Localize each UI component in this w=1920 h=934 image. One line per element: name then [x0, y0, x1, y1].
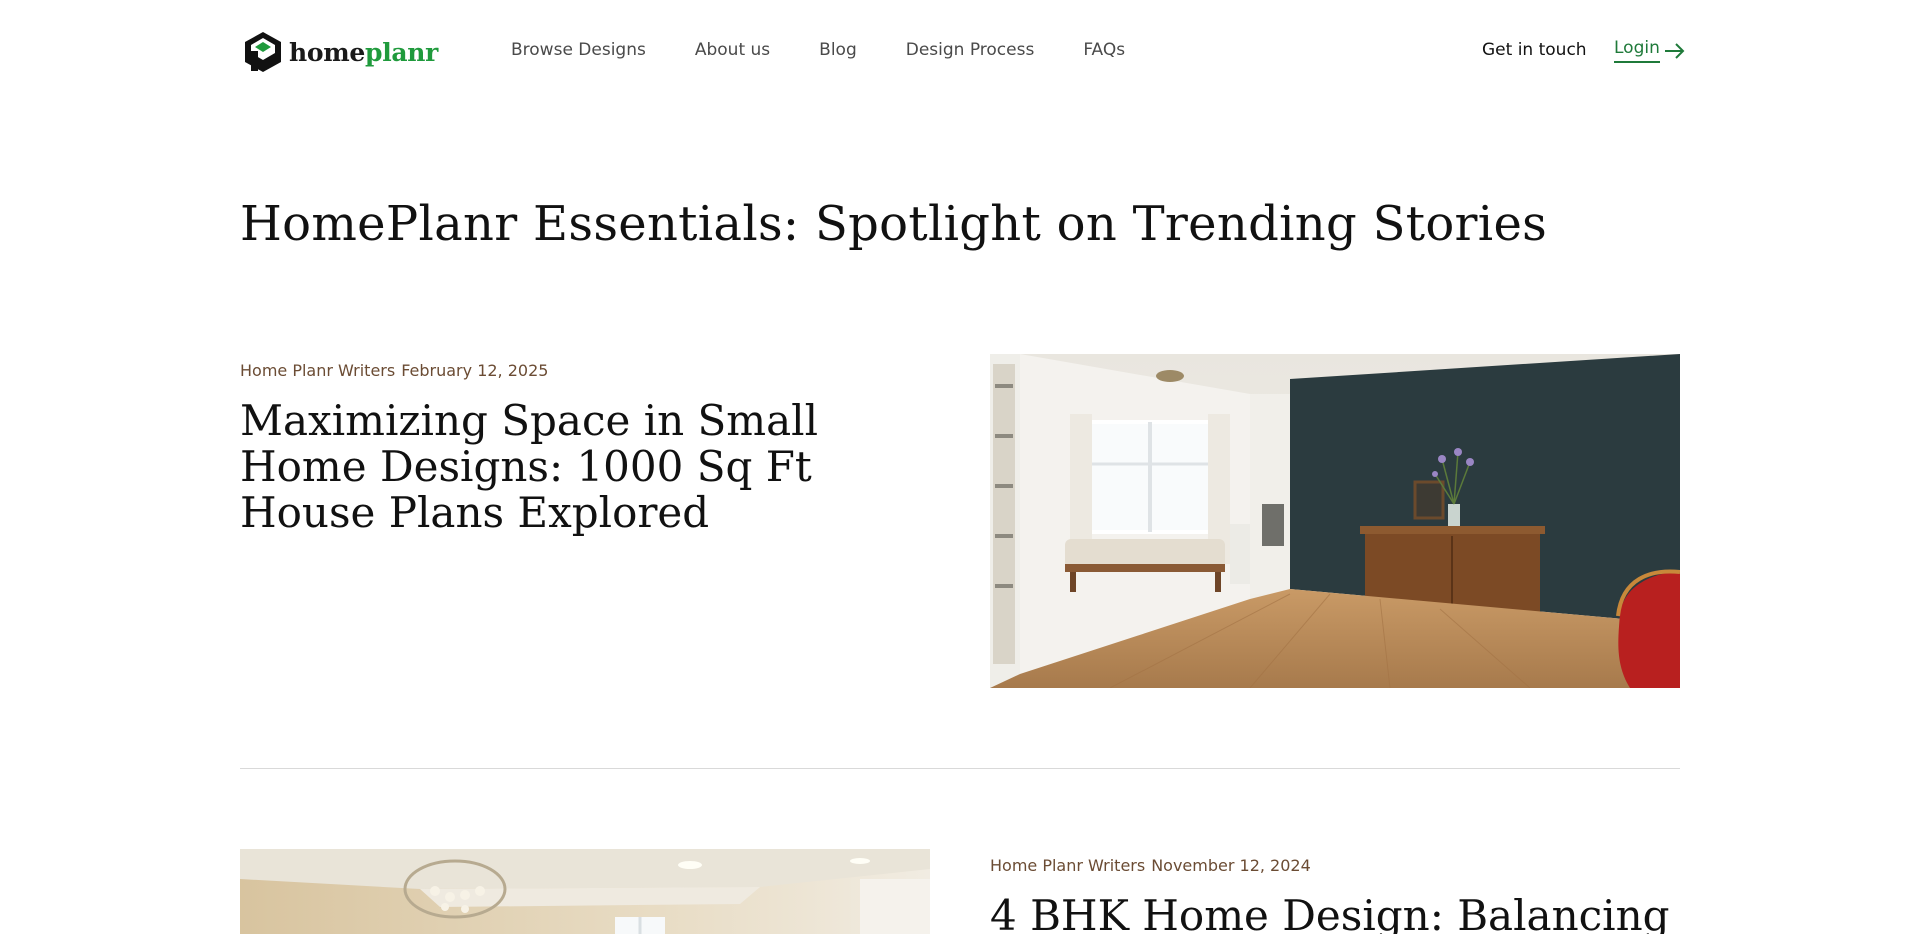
chandelier-room-photo: [240, 849, 930, 934]
nav-faqs[interactable]: FAQs: [1083, 40, 1125, 60]
article-meta: Home Planr Writers February 12, 2025: [240, 361, 554, 380]
nav-browse-designs[interactable]: Browse Designs: [511, 40, 646, 60]
article-title[interactable]: Maximizing Space in Small Home Designs: …: [240, 398, 920, 536]
article-author: Home Planr Writers: [240, 361, 396, 380]
arrow-right-icon: [1664, 42, 1685, 59]
site-header: homeplanr Browse Designs About us Blog D…: [0, 0, 1920, 104]
page-title: HomePlanr Essentials: Spotlight on Trend…: [240, 196, 1548, 252]
login-link[interactable]: Login: [1614, 38, 1686, 63]
nav-design-process[interactable]: Design Process: [906, 40, 1035, 60]
homeplanr-logo[interactable]: homeplanr: [243, 31, 438, 73]
article-title[interactable]: 4 BHK Home Design: Balancing: [990, 893, 1680, 934]
article-meta: Home Planr Writers November 12, 2024: [990, 856, 1317, 875]
article-author: Home Planr Writers: [990, 856, 1146, 875]
logo-mark-icon: [245, 32, 281, 72]
login-label: Login: [1614, 38, 1660, 63]
article-date: November 12, 2024: [1151, 856, 1311, 875]
logo-wordmark: homeplanr: [289, 37, 439, 67]
article-divider: [240, 768, 1680, 769]
nav-about-us[interactable]: About us: [695, 40, 770, 60]
article-image-living-room[interactable]: [990, 354, 1680, 688]
living-room-photo: [990, 354, 1680, 688]
article-image-chandelier-room[interactable]: [240, 849, 930, 934]
main-nav: Browse Designs About us Blog Design Proc…: [511, 40, 1174, 60]
nav-blog[interactable]: Blog: [819, 40, 857, 60]
get-in-touch-link[interactable]: Get in touch: [1482, 40, 1587, 60]
article-date: February 12, 2025: [401, 361, 549, 380]
